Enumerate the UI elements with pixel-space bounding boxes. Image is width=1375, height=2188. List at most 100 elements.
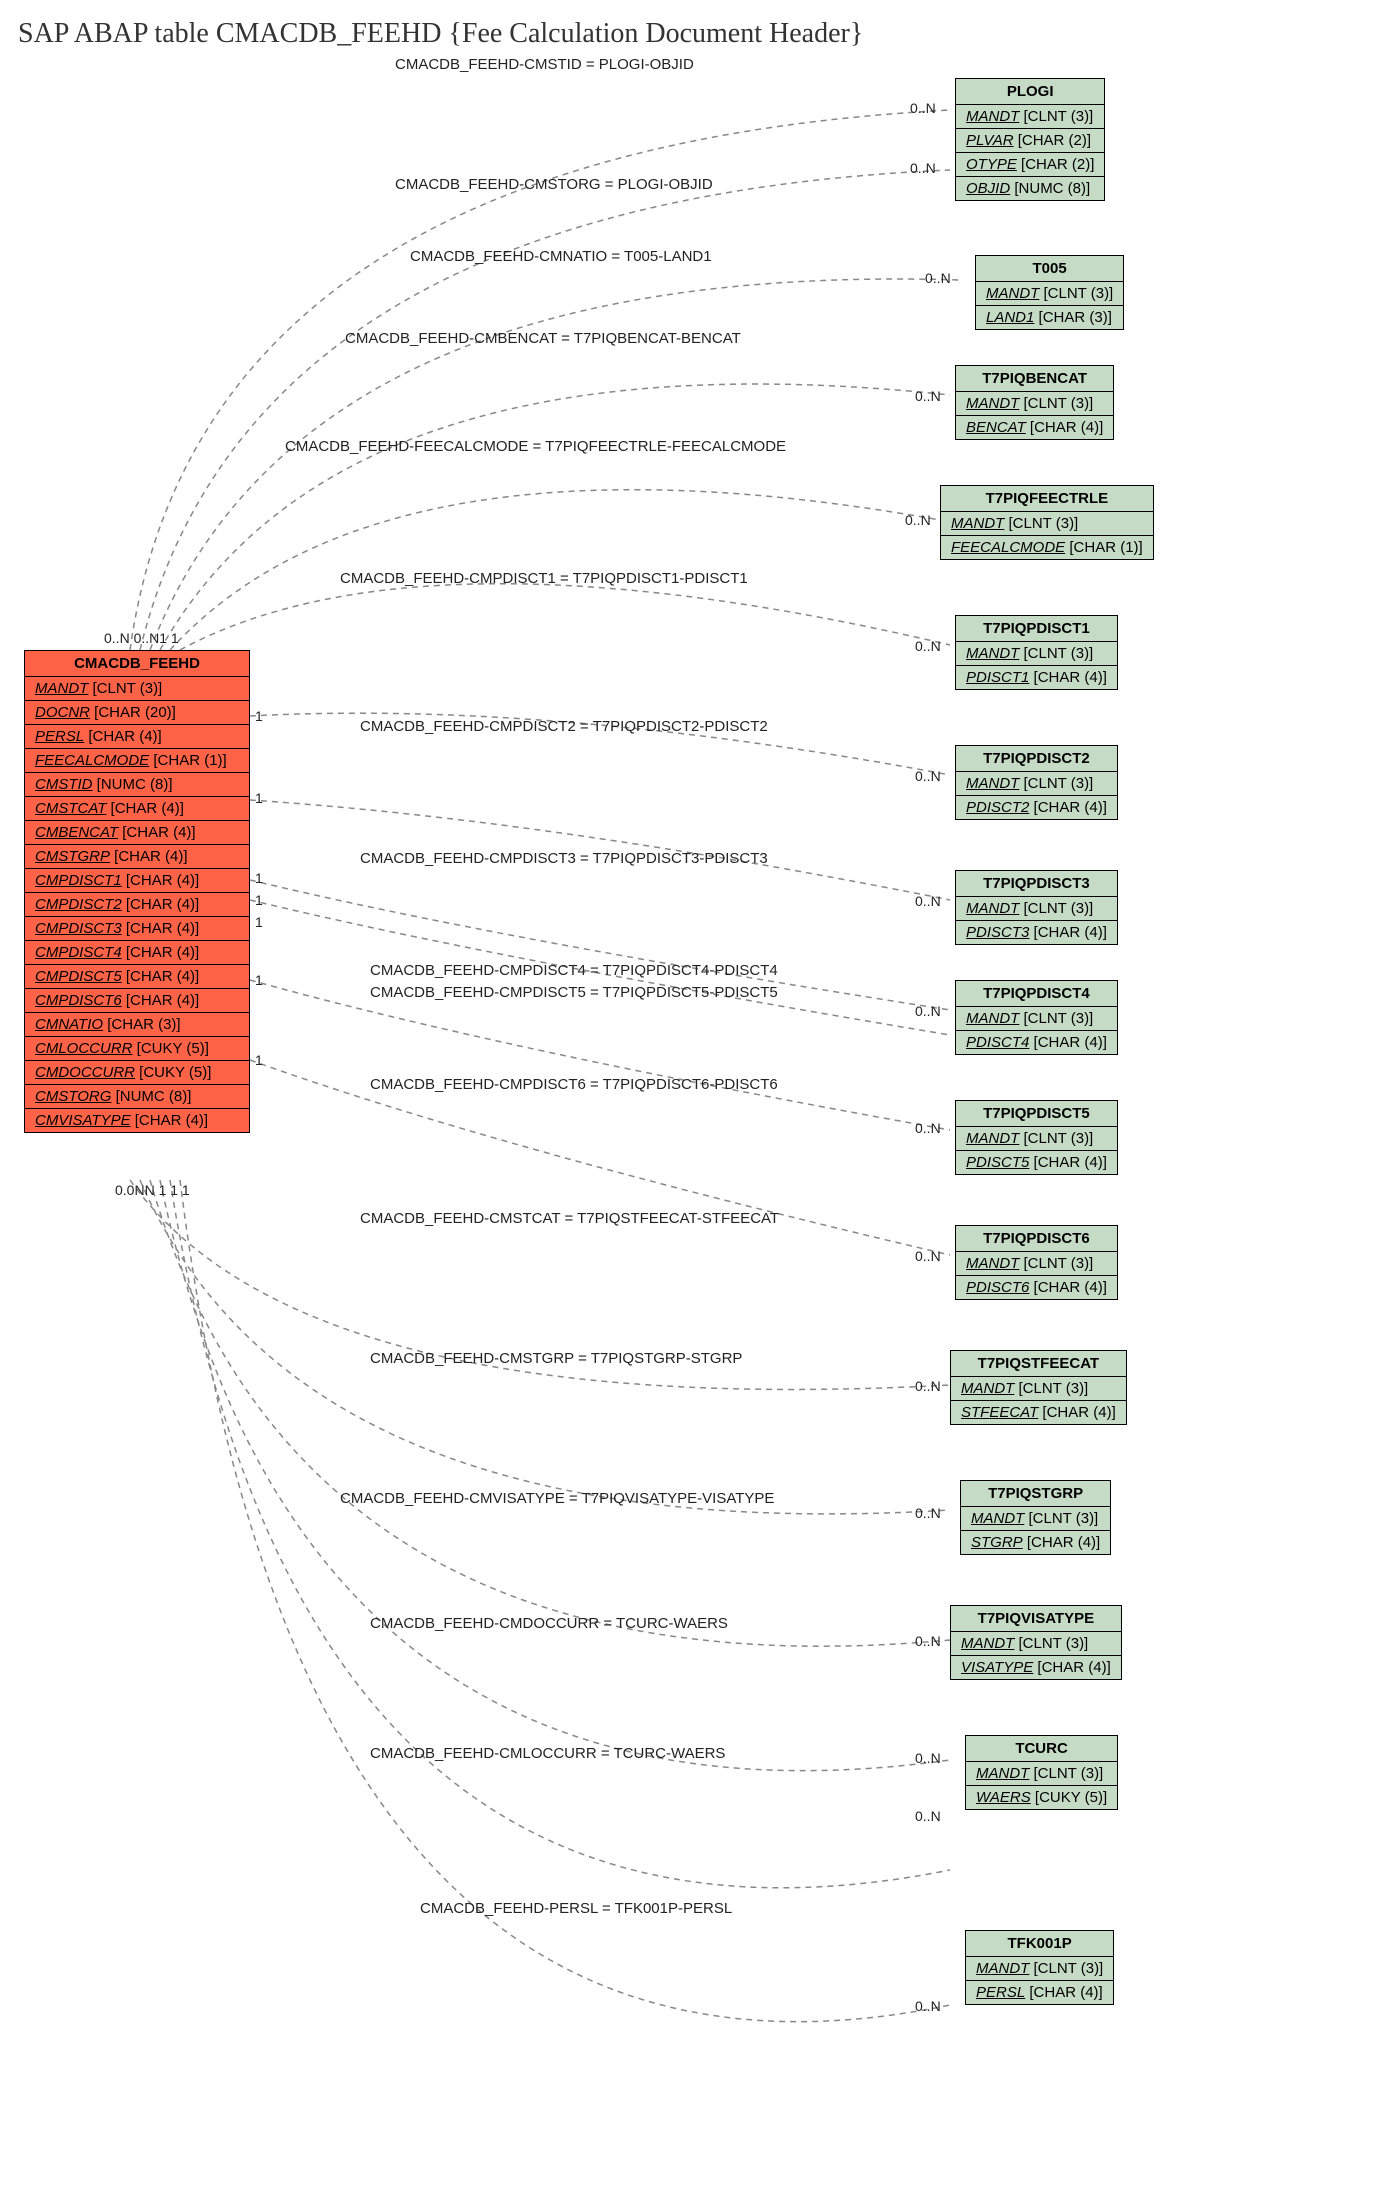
entity-header: T7PIQVISATYPE (951, 1606, 1121, 1632)
cardinality-label: 0.0NN 1 1 1 (115, 1182, 190, 1198)
cardinality-label: 0..N 0..N1 1 (104, 630, 179, 646)
entity-field: MANDT [CLNT (3)] (961, 1507, 1110, 1531)
entity-field: CMPDISCT5 [CHAR (4)] (25, 965, 249, 989)
cardinality-label: 0..N (915, 388, 941, 404)
entity-header: T7PIQPDISCT3 (956, 871, 1117, 897)
entity-field: DOCNR [CHAR (20)] (25, 701, 249, 725)
relation-label: CMACDB_FEEHD-FEECALCMODE = T7PIQFEECTRLE… (285, 438, 786, 455)
entity-field: CMPDISCT2 [CHAR (4)] (25, 893, 249, 917)
relation-label: CMACDB_FEEHD-CMPDISCT3 = T7PIQPDISCT3-PD… (360, 850, 768, 867)
cardinality-label: 0..N (910, 100, 936, 116)
entity-field: PDISCT5 [CHAR (4)] (956, 1151, 1117, 1174)
entity-field: STGRP [CHAR (4)] (961, 1531, 1110, 1554)
entity-field: MANDT [CLNT (3)] (25, 677, 249, 701)
entity-field: MANDT [CLNT (3)] (951, 1632, 1121, 1656)
relation-label: CMACDB_FEEHD-CMBENCAT = T7PIQBENCAT-BENC… (345, 330, 741, 347)
entity-header: PLOGI (956, 79, 1104, 105)
diagram-title: SAP ABAP table CMACDB_FEEHD {Fee Calcula… (18, 18, 863, 50)
entity-header: T7PIQPDISCT4 (956, 981, 1117, 1007)
entity-field: LAND1 [CHAR (3)] (976, 306, 1123, 329)
cardinality-label: 0..N (915, 1750, 941, 1766)
cardinality-label: 0..N (915, 768, 941, 784)
entity-field: CMSTORG [NUMC (8)] (25, 1085, 249, 1109)
entity-field: MANDT [CLNT (3)] (951, 1377, 1126, 1401)
cardinality-label: 0..N (915, 1003, 941, 1019)
relation-label: CMACDB_FEEHD-PERSL = TFK001P-PERSL (420, 1900, 732, 1917)
entity-header: TFK001P (966, 1931, 1113, 1957)
relation-label: CMACDB_FEEHD-CMPDISCT2 = T7PIQPDISCT2-PD… (360, 718, 768, 735)
cardinality-label: 0..N (915, 1998, 941, 2014)
cardinality-label: 1 (255, 914, 263, 930)
relation-label: CMACDB_FEEHD-CMVISATYPE = T7PIQVISATYPE-… (340, 1490, 774, 1507)
relation-label: CMACDB_FEEHD-CMSTCAT = T7PIQSTFEECAT-STF… (360, 1210, 779, 1227)
entity-t7piqpdisct3: T7PIQPDISCT3MANDT [CLNT (3)]PDISCT3 [CHA… (955, 870, 1118, 945)
entity-field: PLVAR [CHAR (2)] (956, 129, 1104, 153)
entity-field: PDISCT4 [CHAR (4)] (956, 1031, 1117, 1054)
entity-header: T7PIQSTGRP (961, 1481, 1110, 1507)
entity-field: CMSTCAT [CHAR (4)] (25, 797, 249, 821)
entity-header: T7PIQPDISCT6 (956, 1226, 1117, 1252)
entity-field: FEECALCMODE [CHAR (1)] (25, 749, 249, 773)
entity-field: CMSTID [NUMC (8)] (25, 773, 249, 797)
entity-field: CMBENCAT [CHAR (4)] (25, 821, 249, 845)
entity-t7piqvisatype: T7PIQVISATYPEMANDT [CLNT (3)]VISATYPE [C… (950, 1605, 1122, 1680)
entity-t7piqstfeecat: T7PIQSTFEECATMANDT [CLNT (3)]STFEECAT [C… (950, 1350, 1127, 1425)
entity-field: MANDT [CLNT (3)] (956, 1127, 1117, 1151)
entity-field: CMDOCCURR [CUKY (5)] (25, 1061, 249, 1085)
cardinality-label: 0..N (915, 893, 941, 909)
entity-field: CMPDISCT1 [CHAR (4)] (25, 869, 249, 893)
entity-t7piqpdisct4: T7PIQPDISCT4MANDT [CLNT (3)]PDISCT4 [CHA… (955, 980, 1118, 1055)
entity-field: MANDT [CLNT (3)] (941, 512, 1153, 536)
entity-field: PERSL [CHAR (4)] (25, 725, 249, 749)
entity-field: MANDT [CLNT (3)] (956, 1007, 1117, 1031)
cardinality-label: 1 (255, 972, 263, 988)
cardinality-label: 0..N (915, 638, 941, 654)
entity-cmacdb-feehd: CMACDB_FEEHD MANDT [CLNT (3)]DOCNR [CHAR… (24, 650, 250, 1133)
entity-field: PDISCT6 [CHAR (4)] (956, 1276, 1117, 1299)
entity-field: STFEECAT [CHAR (4)] (951, 1401, 1126, 1424)
entity-field: MANDT [CLNT (3)] (956, 1252, 1117, 1276)
entity-field: CMPDISCT6 [CHAR (4)] (25, 989, 249, 1013)
entity-field: OTYPE [CHAR (2)] (956, 153, 1104, 177)
relation-label: CMACDB_FEEHD-CMNATIO = T005-LAND1 (410, 248, 712, 265)
entity-t7piqfeectrle: T7PIQFEECTRLEMANDT [CLNT (3)]FEECALCMODE… (940, 485, 1154, 560)
entity-header: T7PIQPDISCT5 (956, 1101, 1117, 1127)
entity-t005: T005MANDT [CLNT (3)]LAND1 [CHAR (3)] (975, 255, 1124, 330)
entity-field: CMSTGRP [CHAR (4)] (25, 845, 249, 869)
entity-tcurc: TCURCMANDT [CLNT (3)]WAERS [CUKY (5)] (965, 1735, 1118, 1810)
entity-field: PERSL [CHAR (4)] (966, 1981, 1113, 2004)
cardinality-label: 1 (255, 870, 263, 886)
entity-field: PDISCT2 [CHAR (4)] (956, 796, 1117, 819)
cardinality-label: 0..N (915, 1378, 941, 1394)
cardinality-label: 1 (255, 1052, 263, 1068)
entity-header: T005 (976, 256, 1123, 282)
entity-field: CMLOCCURR [CUKY (5)] (25, 1037, 249, 1061)
entity-t7piqstgrp: T7PIQSTGRPMANDT [CLNT (3)]STGRP [CHAR (4… (960, 1480, 1111, 1555)
entity-field: OBJID [NUMC (8)] (956, 177, 1104, 200)
entity-header: T7PIQPDISCT2 (956, 746, 1117, 772)
entity-t7piqbencat: T7PIQBENCATMANDT [CLNT (3)]BENCAT [CHAR … (955, 365, 1114, 440)
entity-field: MANDT [CLNT (3)] (966, 1957, 1113, 1981)
relation-label: CMACDB_FEEHD-CMPDISCT4 = T7PIQPDISCT4-PD… (370, 962, 778, 979)
entity-field: PDISCT3 [CHAR (4)] (956, 921, 1117, 944)
entity-tfk001p: TFK001PMANDT [CLNT (3)]PERSL [CHAR (4)] (965, 1930, 1114, 2005)
entity-field: MANDT [CLNT (3)] (956, 642, 1117, 666)
relation-label: CMACDB_FEEHD-CMSTORG = PLOGI-OBJID (395, 176, 713, 193)
cardinality-label: 0..N (915, 1505, 941, 1521)
entity-field: CMVISATYPE [CHAR (4)] (25, 1109, 249, 1132)
entity-t7piqpdisct2: T7PIQPDISCT2MANDT [CLNT (3)]PDISCT2 [CHA… (955, 745, 1118, 820)
entity-header: TCURC (966, 1736, 1117, 1762)
cardinality-label: 0..N (925, 270, 951, 286)
entity-field: MANDT [CLNT (3)] (976, 282, 1123, 306)
cardinality-label: 1 (255, 892, 263, 908)
entity-header: CMACDB_FEEHD (25, 651, 249, 677)
entity-header: T7PIQFEECTRLE (941, 486, 1153, 512)
relation-label: CMACDB_FEEHD-CMLOCCURR = TCURC-WAERS (370, 1745, 725, 1762)
entity-field: MANDT [CLNT (3)] (956, 392, 1113, 416)
entity-field: CMPDISCT3 [CHAR (4)] (25, 917, 249, 941)
entity-field: MANDT [CLNT (3)] (966, 1762, 1117, 1786)
relation-label: CMACDB_FEEHD-CMPDISCT6 = T7PIQPDISCT6-PD… (370, 1076, 778, 1093)
entity-plogi: PLOGIMANDT [CLNT (3)]PLVAR [CHAR (2)]OTY… (955, 78, 1105, 201)
cardinality-label: 0..N (905, 512, 931, 528)
entity-field: MANDT [CLNT (3)] (956, 772, 1117, 796)
